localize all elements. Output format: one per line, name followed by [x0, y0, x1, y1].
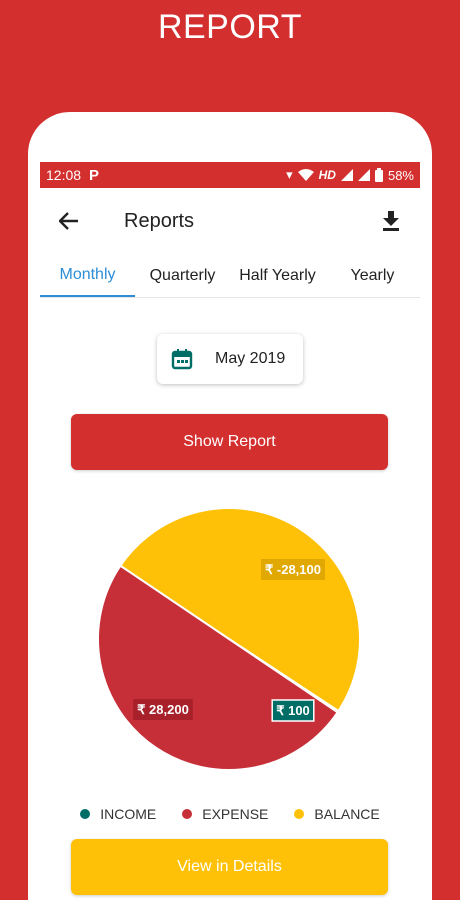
arrow-icon: ▾ — [286, 167, 293, 182]
download-button[interactable] — [376, 206, 406, 236]
app-bar: Reports — [40, 188, 420, 254]
wifi-icon — [297, 169, 314, 181]
pie-label-income: ₹ 100 — [276, 703, 310, 718]
signal-icon-2 — [357, 169, 370, 181]
battery-level: 58% — [387, 167, 414, 183]
view-details-button[interactable]: View in Details — [71, 839, 388, 895]
legend-dot-income — [80, 809, 91, 819]
promo-title: REPORT — [157, 8, 303, 46]
legend-item-expense: EXPENSE — [182, 806, 268, 822]
date-picker[interactable]: May 2019 — [157, 334, 303, 384]
network-type: HD — [318, 168, 336, 182]
report-pie-chart: ₹ -28,100 ₹ 100 ₹ 28,200 — [97, 507, 361, 771]
status-right: ▾ HD 58% — [286, 167, 414, 183]
app-notification-icon: P — [89, 166, 100, 184]
legend-dot-balance — [294, 809, 305, 819]
legend-label-balance: BALANCE — [314, 806, 380, 822]
battery-icon — [374, 168, 383, 182]
legend-label-income: INCOME — [100, 806, 157, 822]
pie-label-expense: ₹ 28,200 — [137, 702, 189, 717]
arrow-left-icon — [59, 212, 78, 230]
pie-label-balance: ₹ -28,100 — [265, 562, 321, 577]
calendar-icon — [171, 349, 193, 370]
tab-monthly[interactable]: Monthly — [40, 254, 135, 297]
app-screen: 12:08 P ▾ HD 58% Reports Monthly Quarterl… — [40, 162, 420, 900]
date-label: May 2019 — [215, 350, 286, 367]
tab-yearly[interactable]: Yearly — [325, 254, 420, 297]
legend-item-balance: BALANCE — [294, 806, 380, 822]
back-button[interactable] — [54, 206, 84, 236]
legend-item-income: INCOME — [80, 806, 156, 822]
show-report-button[interactable]: Show Report — [71, 414, 388, 470]
status-time: 12:08 — [46, 167, 82, 183]
page-title: Reports — [124, 209, 195, 232]
status-bar: 12:08 P ▾ HD 58% — [40, 162, 420, 188]
legend-label-expense: EXPENSE — [202, 806, 269, 822]
period-tabs: Monthly Quarterly Half Yearly Yearly — [40, 254, 420, 298]
tab-half-yearly[interactable]: Half Yearly — [230, 254, 325, 297]
tab-quarterly[interactable]: Quarterly — [135, 254, 230, 297]
signal-icon — [340, 169, 353, 181]
download-icon — [383, 211, 399, 231]
legend-dot-expense — [182, 809, 193, 819]
chart-legend: INCOME EXPENSE BALANCE — [40, 806, 420, 822]
